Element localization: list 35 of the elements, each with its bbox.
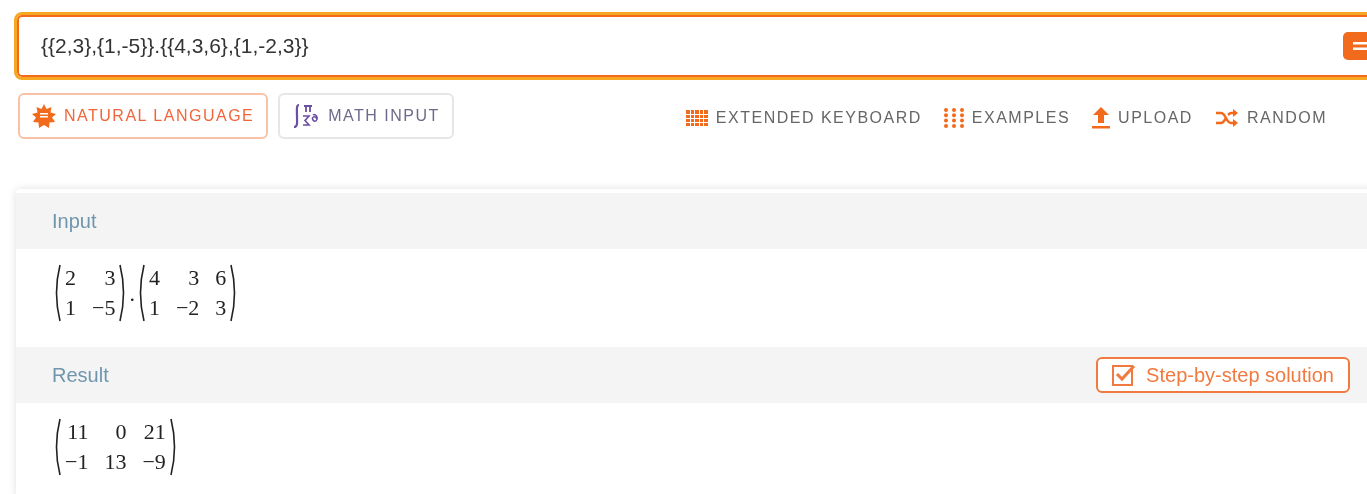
matrix-entry: 0: [114, 418, 127, 446]
toolbar-link[interactable]: EXTENDED KEYBOARD: [685, 106, 922, 130]
mode-tab[interactable]: MATH INPUT: [278, 93, 454, 139]
matrix-entry: −9: [142, 448, 166, 476]
matrix-entry: 13: [104, 448, 127, 476]
dot-operator: .: [129, 279, 135, 308]
matrix-entry: 1: [65, 294, 76, 322]
matrix-entry: 3: [103, 264, 116, 292]
matrix-entry: 3: [187, 264, 200, 292]
matrix-entry: 2: [65, 264, 76, 292]
mode-tab[interactable]: NATURAL LANGUAGE: [18, 93, 269, 139]
pod-title: Input: [52, 209, 97, 234]
toolbar-link[interactable]: UPLOAD: [1092, 106, 1193, 130]
compute-button[interactable]: [1343, 32, 1367, 60]
matrix-entry: −5: [92, 294, 116, 322]
matrix-entry: −1: [65, 448, 89, 476]
math-symbols-icon: [292, 103, 321, 129]
toolbar-link[interactable]: EXAMPLES: [943, 106, 1071, 130]
matrix-entry: −2: [175, 294, 200, 322]
toolbar-link[interactable]: RANDOM: [1214, 106, 1327, 130]
matrix-entry: 6: [215, 264, 227, 292]
upload-icon: [1092, 107, 1111, 129]
matrix-entry: 21: [142, 418, 166, 446]
equals-icon: [1353, 41, 1367, 51]
dots-grid-icon: [943, 108, 964, 128]
query-input-field[interactable]: {{2,3},{1,-5}}.{{4,3,6},{1,-2,3}}: [14, 12, 1367, 80]
matrix-entry: 1: [148, 294, 160, 322]
matrix-entry: 11: [66, 418, 89, 446]
pod-title: Result: [52, 363, 109, 388]
matrix-entry: 4: [148, 264, 160, 292]
sun-icon: [32, 104, 56, 128]
matrix-entry: 3: [215, 294, 227, 322]
checkbox-icon: [1112, 363, 1137, 387]
shuffle-icon: [1214, 109, 1239, 127]
grid-icon: [685, 110, 708, 126]
